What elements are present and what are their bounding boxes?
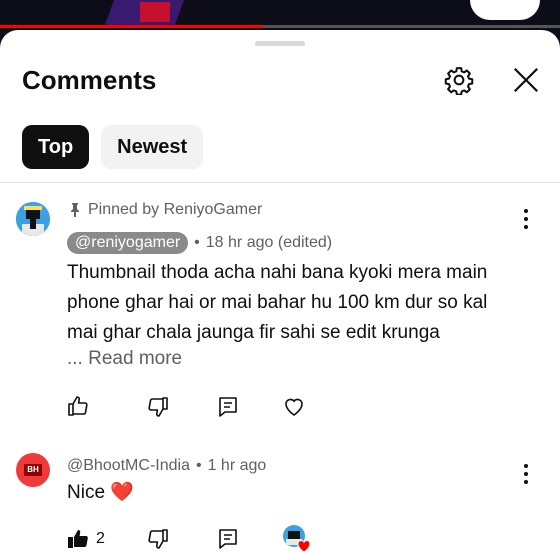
comment-text: Thumbnail thoda acha nahi bana kyoki mer… xyxy=(67,258,487,348)
more-options-icon[interactable] xyxy=(523,208,529,230)
comment-text-line: Thumbnail thoda acha nahi bana kyoki mer… xyxy=(67,262,488,283)
comment-text-line: phone ghar hai or mai bahar hu 100 km du… xyxy=(67,292,488,313)
reply-icon[interactable] xyxy=(216,527,240,551)
more-options-icon[interactable] xyxy=(523,463,529,485)
like-button[interactable]: 2 xyxy=(66,527,105,551)
settings-icon[interactable] xyxy=(444,65,474,95)
pinned-label: Pinned by ReniyoGamer xyxy=(68,201,262,219)
like-button[interactable] xyxy=(66,394,96,418)
avatar-text: BH xyxy=(24,464,42,476)
pinned-text: Pinned by ReniyoGamer xyxy=(88,201,263,218)
video-thumbnail-art xyxy=(470,0,540,20)
comment-author[interactable]: @reniyogamer xyxy=(67,232,189,254)
meta-separator: • xyxy=(194,234,200,251)
creator-avatar-icon xyxy=(283,525,311,553)
reply-icon[interactable] xyxy=(216,395,240,419)
comment-text: Nice ❤️ xyxy=(67,482,134,503)
meta-separator: • xyxy=(195,457,202,474)
video-progress-bar[interactable] xyxy=(0,25,560,28)
avatar[interactable] xyxy=(16,202,50,236)
close-icon[interactable] xyxy=(511,65,541,95)
thumbs-up-icon xyxy=(68,396,88,416)
comment-meta: @BhootMC-India • 1 hr ago xyxy=(67,457,266,475)
thumbs-up-filled-icon xyxy=(68,530,88,548)
comment-time: 1 hr ago xyxy=(207,457,267,474)
comment-time: 18 hr ago (edited) xyxy=(205,234,333,251)
like-count: 2 xyxy=(96,530,105,547)
drag-handle[interactable] xyxy=(255,41,305,46)
read-more-link[interactable]: ... Read more xyxy=(67,348,182,370)
video-thumbnail-art xyxy=(140,2,170,22)
avatar-image xyxy=(16,202,50,236)
video-progress-fill xyxy=(0,25,264,28)
thumbs-down-icon[interactable] xyxy=(146,527,170,551)
tab-top[interactable]: Top xyxy=(22,125,90,169)
comments-sheet: Comments Top Newest Pinned by ReniyoGame… xyxy=(0,30,560,560)
thumbs-down-icon[interactable] xyxy=(146,395,170,419)
comment-author[interactable]: @BhootMC-India xyxy=(67,457,190,475)
tab-newest[interactable]: Newest xyxy=(101,125,204,169)
panel-title: Comments xyxy=(22,65,157,95)
comment-text-line: mai ghar chala jaunga fir sahi se edit k… xyxy=(67,322,440,343)
heart-icon[interactable] xyxy=(282,394,306,418)
creator-heart-badge xyxy=(282,524,312,554)
divider xyxy=(0,182,560,183)
comment-meta: @reniyogamer • 18 hr ago (edited) xyxy=(67,232,332,254)
pin-icon xyxy=(71,203,79,217)
sort-tabs: Top Newest xyxy=(22,125,204,169)
avatar[interactable]: BH xyxy=(16,453,50,487)
